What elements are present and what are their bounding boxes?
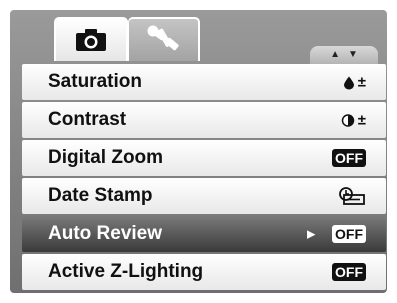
menu-item-value: ± — [341, 112, 366, 129]
menu-item-label: Digital Zoom — [48, 147, 164, 168]
contrast-icon — [341, 113, 355, 127]
value-adjust-text: ± — [357, 111, 366, 129]
date-stamp-icon — [339, 187, 365, 205]
menu-item-value: OFF — [332, 263, 366, 281]
menu-item-value — [338, 186, 366, 206]
menu-item-value: ± — [343, 74, 366, 91]
saturation-icon — [343, 76, 354, 89]
tab-camera[interactable] — [54, 17, 128, 61]
menu-item-label: Saturation — [48, 71, 142, 92]
tab-setup[interactable] — [128, 17, 200, 61]
menu-list: Saturation ± Contrast ± Digital Zoom OFF… — [22, 64, 386, 292]
menu-item-value: OFF — [332, 149, 366, 167]
off-badge: OFF — [332, 225, 366, 243]
setup-wrench-icon — [147, 25, 179, 51]
scroll-up-icon[interactable]: ▲ — [330, 50, 340, 60]
menu-item-label: Active Z-Lighting — [48, 261, 204, 282]
menu-item-contrast[interactable]: Contrast ± — [22, 102, 386, 138]
menu-item-label: Contrast — [48, 109, 127, 130]
scroll-indicator[interactable]: ▲ ▼ — [310, 46, 378, 64]
submenu-arrow-icon: ▶ — [307, 228, 316, 241]
menu-item-value: OFF — [332, 225, 366, 243]
camera-icon — [76, 29, 106, 51]
camera-menu-screen: ▲ ▼ Saturation ± Contrast ± Digital Zoom… — [0, 0, 397, 303]
scroll-down-icon[interactable]: ▼ — [348, 50, 358, 60]
menu-item-date-stamp[interactable]: Date Stamp — [22, 178, 386, 214]
menu-item-saturation[interactable]: Saturation ± — [22, 64, 386, 100]
menu-item-label: Auto Review — [48, 223, 163, 244]
menu-item-active-z-lighting[interactable]: Active Z-Lighting OFF — [22, 254, 386, 290]
menu-item-digital-zoom[interactable]: Digital Zoom OFF — [22, 140, 386, 176]
menu-item-label: Date Stamp — [48, 185, 153, 206]
menu-item-auto-review[interactable]: Auto Review ▶ OFF — [22, 216, 386, 252]
value-adjust-text: ± — [357, 73, 366, 91]
off-badge: OFF — [332, 263, 366, 281]
off-badge: OFF — [332, 149, 366, 167]
